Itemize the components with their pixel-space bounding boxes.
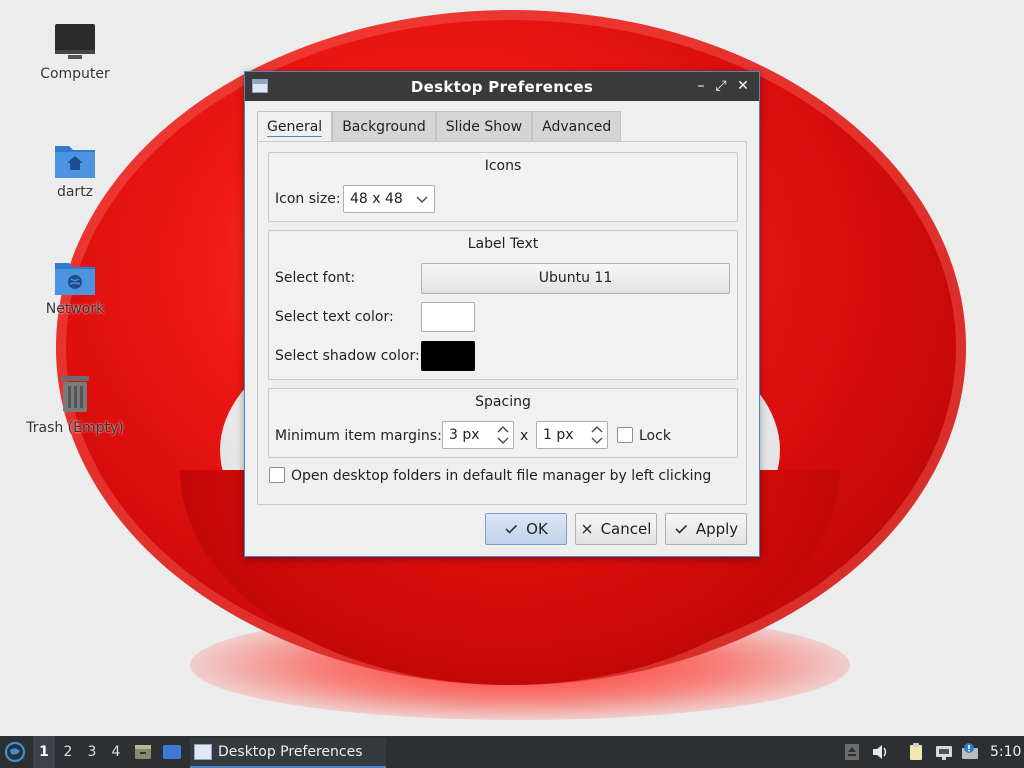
cancel-button[interactable]: Cancel bbox=[575, 513, 657, 545]
icon-size-value: 48 x 48 bbox=[350, 191, 403, 207]
chevron-down-icon bbox=[416, 196, 428, 203]
margin-y-spinbox[interactable]: 1 px bbox=[536, 421, 608, 449]
workspace-1[interactable]: 1 bbox=[33, 736, 55, 768]
task-title: Desktop Preferences bbox=[218, 744, 363, 760]
close-icon[interactable]: ✕ bbox=[735, 78, 751, 94]
tab-label: Advanced bbox=[542, 119, 612, 135]
taskbar-task-desktop-preferences[interactable]: Desktop Preferences bbox=[190, 738, 386, 768]
margin-y-value: 1 px bbox=[543, 427, 574, 443]
general-tab-panel: Icons Icon size: 48 x 48 Label Text Sele… bbox=[257, 141, 747, 505]
lubuntu-logo-icon bbox=[4, 741, 26, 763]
margin-x-value: 3 px bbox=[449, 427, 480, 443]
desktop-icon-label: dartz bbox=[56, 184, 94, 200]
desktop-icon-computer[interactable]: Computer bbox=[20, 22, 130, 82]
window-icon bbox=[252, 79, 268, 93]
cancel-label: Cancel bbox=[600, 520, 652, 538]
lock-label: Lock bbox=[639, 428, 671, 444]
dialog-title: Desktop Preferences bbox=[410, 77, 594, 96]
icon-size-label: Icon size: bbox=[275, 191, 341, 207]
clock[interactable]: 5:10 bbox=[990, 736, 1022, 768]
open-folders-label: Open desktop folders in default file man… bbox=[291, 468, 712, 484]
label-text-group: Label Text Select font: Ubuntu 11 Select… bbox=[268, 230, 738, 380]
spin-arrows-icon[interactable] bbox=[590, 423, 604, 447]
tab-slide-show[interactable]: Slide Show bbox=[435, 111, 533, 141]
tab-background[interactable]: Background bbox=[332, 111, 436, 141]
icons-group: Icons Icon size: 48 x 48 bbox=[268, 152, 738, 222]
computer-icon bbox=[55, 24, 95, 59]
show-desktop-button[interactable] bbox=[162, 736, 184, 768]
maximize-icon[interactable]: ⤢ bbox=[713, 78, 729, 94]
desktop-icon-network[interactable]: Network bbox=[20, 257, 130, 317]
close-icon bbox=[582, 524, 592, 534]
dialog-titlebar[interactable]: Desktop Preferences – ⤢ ✕ bbox=[245, 72, 759, 101]
tab-label: Slide Show bbox=[445, 119, 523, 135]
open-folders-checkbox[interactable] bbox=[269, 467, 285, 483]
file-manager-launcher[interactable] bbox=[133, 736, 155, 768]
select-font-label: Select font: bbox=[275, 270, 356, 286]
select-shadow-color-label: Select shadow color: bbox=[275, 348, 420, 364]
desktop-icon-label: Trash (Empty) bbox=[26, 420, 124, 436]
update-notifier-icon[interactable] bbox=[960, 742, 980, 762]
tab-label: Background bbox=[342, 119, 426, 135]
select-font-button[interactable]: Ubuntu 11 bbox=[421, 263, 730, 294]
tab-label: General bbox=[267, 119, 323, 137]
checkmark-icon bbox=[675, 524, 687, 534]
trash-icon bbox=[61, 376, 89, 412]
select-text-color-label: Select text color: bbox=[275, 309, 394, 325]
desktop-icon-trash[interactable]: Trash (Empty) bbox=[20, 372, 130, 436]
icon-size-select[interactable]: 48 x 48 bbox=[343, 185, 435, 213]
workspace-4[interactable]: 4 bbox=[105, 736, 127, 768]
checkmark-icon bbox=[505, 524, 518, 534]
minimum-margins-label: Minimum item margins: bbox=[275, 428, 442, 444]
file-manager-icon bbox=[135, 745, 151, 759]
tab-general[interactable]: General bbox=[257, 111, 333, 141]
minimize-icon[interactable]: – bbox=[693, 78, 709, 94]
desktop-icon-label: Computer bbox=[40, 66, 110, 82]
ok-label: OK bbox=[526, 520, 548, 538]
spin-arrows-icon[interactable] bbox=[496, 423, 510, 447]
text-color-button[interactable] bbox=[421, 302, 475, 332]
workspace-3[interactable]: 3 bbox=[81, 736, 103, 768]
spacing-group: Spacing Minimum item margins: 3 px x 1 p… bbox=[268, 388, 738, 458]
desktop-icon bbox=[163, 745, 181, 759]
desktop-preferences-dialog: Desktop Preferences – ⤢ ✕ General Backgr… bbox=[244, 71, 760, 557]
ok-button[interactable]: OK bbox=[485, 513, 567, 545]
network-folder-icon bbox=[55, 263, 95, 295]
desktop-icon-dartz[interactable]: dartz bbox=[20, 140, 130, 200]
window-icon bbox=[194, 744, 212, 760]
apply-button[interactable]: Apply bbox=[665, 513, 747, 545]
desktop-icon-label: Network bbox=[45, 301, 105, 317]
workspace-2[interactable]: 2 bbox=[57, 736, 79, 768]
label-text-group-title: Label Text bbox=[467, 236, 539, 252]
margin-separator: x bbox=[520, 428, 529, 444]
clipboard-icon[interactable] bbox=[906, 742, 926, 762]
eject-icon[interactable] bbox=[842, 742, 862, 762]
lock-checkbox[interactable] bbox=[617, 427, 633, 443]
margin-x-spinbox[interactable]: 3 px bbox=[442, 421, 514, 449]
home-folder-icon bbox=[55, 146, 95, 178]
tab-advanced[interactable]: Advanced bbox=[532, 111, 622, 141]
spacing-group-title: Spacing bbox=[475, 394, 531, 410]
network-icon[interactable] bbox=[934, 742, 954, 762]
shadow-color-button[interactable] bbox=[421, 341, 475, 371]
tab-bar: General Background Slide Show Advanced bbox=[257, 111, 622, 141]
taskbar: 1 2 3 4 Desktop Preferences 5:10 bbox=[0, 736, 1024, 768]
volume-icon[interactable] bbox=[870, 742, 890, 762]
apply-label: Apply bbox=[695, 520, 739, 538]
icons-group-title: Icons bbox=[484, 158, 522, 174]
start-menu-button[interactable] bbox=[4, 736, 30, 768]
